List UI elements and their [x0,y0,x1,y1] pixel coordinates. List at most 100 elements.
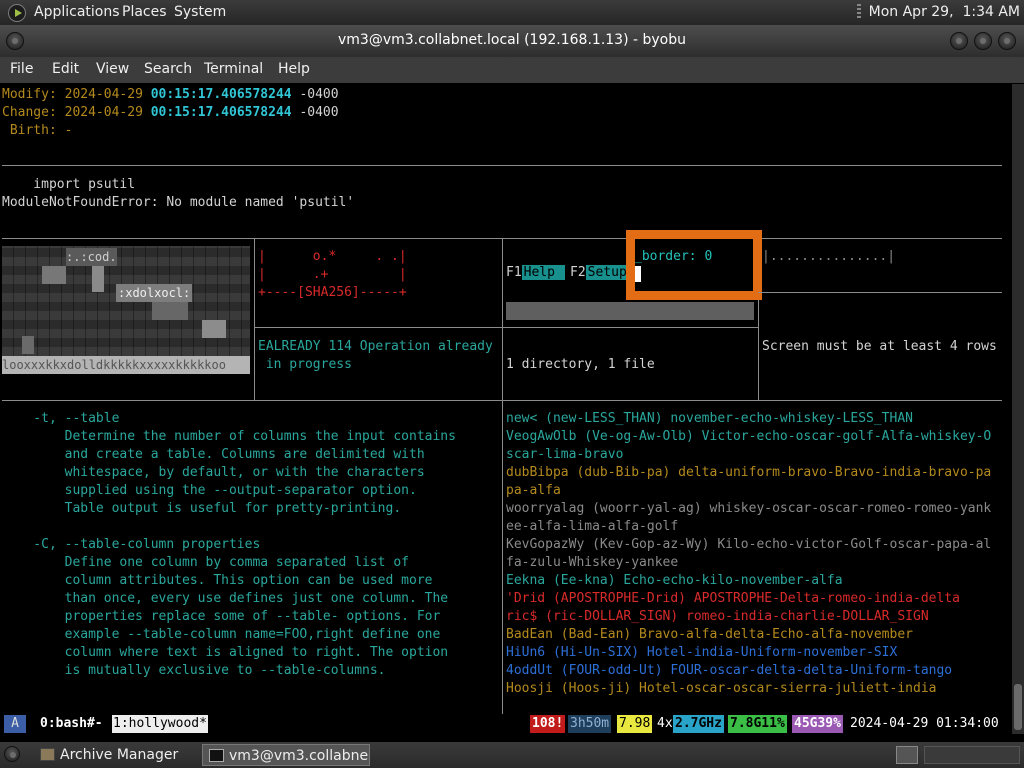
man-page-line: properties replace some of --table- opti… [2,609,441,624]
sha-art-line-3: +----[SHA256]-----+ [258,285,407,300]
places-menu[interactable]: Places [122,4,167,20]
menu-help[interactable]: Help [278,61,310,77]
menu-terminal[interactable]: Terminal [204,61,263,77]
top-panel: Applications Places System Mon Apr 29, 1… [0,0,1024,25]
status-uptime: 3h50m [568,715,612,733]
system-menu[interactable]: System [174,4,226,20]
word-list-line: new< (new-LESS_THAN) november-echo-whisk… [506,411,913,426]
show-desktop-icon[interactable] [4,746,20,762]
python-import-line: import psutil [2,177,136,192]
menu-view[interactable]: View [96,61,129,77]
bottom-taskbar: Archive Manager vm3@vm3.collabne... [0,742,1024,768]
word-list-line: dubBibpa (dub-Bib-pa) delta-uniform-brav… [506,465,992,480]
stat-change-line: Change: 2024-04-29 00:15:17.406578244 -0… [2,105,339,120]
window-tab-hollywood[interactable]: 1:hollywood* [112,715,208,733]
word-list-line: VeogAwOlb (Ve-og-Aw-Olb) Victor-echo-osc… [506,429,992,444]
scrollbar-thumb[interactable] [1014,684,1022,730]
word-list-line: 4oddUt (FOUR-odd-Ut) FOUR-oscar-delta-de… [506,663,953,678]
man-page-line: Determine the number of columns the inpu… [2,429,456,444]
word-list-line: HiUn6 (Hi-Un-SIX) Hotel-india-Uniform-no… [506,645,898,660]
panel-clock-area: Mon Apr 29, 1:34 AM [856,4,1020,20]
f1-help-key[interactable]: F1 Help [506,264,565,282]
hollywood-pixel-art: :.:cod. :xdolxocl: looxxxkkxdolldkkkkkxx… [2,246,250,374]
word-list-line: pa-alfa [506,483,561,498]
pane-divider [2,165,1002,166]
stat-birth-line: Birth: - [2,123,73,138]
word-list-line: fa-zulu-Whiskey-yankee [506,555,679,570]
word-list-line: Hoosji (Hoos-ji) Hotel-oscar-oscar-sierr… [506,681,937,696]
man-page-line: than once, every use defines just one co… [2,591,449,606]
status-load: 108! [530,715,566,733]
man-page-line: Define one column by comma separated lis… [2,555,409,570]
terminal-area[interactable]: Modify: 2024-04-29 00:15:17.406578244 -0… [0,84,1012,714]
man-page-line: column attributes. This option can be us… [2,573,433,588]
screen-size-message: Screen must be at least 4 rows [762,339,997,354]
window-titlebar[interactable]: vm3@vm3.collabnet.local (192.168.1.13) -… [0,25,1024,57]
status-disk: 45G39% [792,715,843,733]
byobu-status-bar: A 0:bash#- 1:hollywood* 108! 3h50m 7.98 … [0,714,1012,734]
man-page-line: example --table-column name=FOO,right de… [2,627,441,642]
status-cpu-count: 4x [657,716,673,731]
menu-edit[interactable]: Edit [52,61,79,77]
pane-divider [254,327,502,328]
pane-divider [502,327,758,328]
tree-summary: 1 directory, 1 file [506,357,655,372]
f2-setup-key[interactable]: F2 Setup [570,264,629,282]
python-error-line: ModuleNotFoundError: No module named 'ps… [2,195,355,210]
menu-search[interactable]: Search [144,61,192,77]
task-archive-manager[interactable]: Archive Manager [34,744,198,766]
man-page-line: column where text is aligned to right. T… [2,645,449,660]
sha-art-line-1: | o.* . .| [258,249,407,264]
man-page-line: is mutually exclusive to --table-columns… [2,663,386,678]
task-terminal[interactable]: vm3@vm3.collabne... [202,744,370,766]
word-list-line: ric$ (ric-DOLLAR_SIGN) romeo-india-charl… [506,609,929,624]
close-icon[interactable] [998,32,1016,50]
progress-bar [506,302,754,320]
panel-clock[interactable]: Mon Apr 29, 1:34 AM [869,4,1020,20]
window-title: vm3@vm3.collabnet.local (192.168.1.13) -… [337,32,686,48]
man-page-line: whitespace, by default, or with the char… [2,465,425,480]
pane-divider [758,292,1002,293]
highlight-box [626,230,762,300]
status-memory: 7.8G11% [728,715,787,733]
pane-divider [2,400,1002,401]
distro-logo-icon[interactable] [8,4,26,22]
word-list-line: 'Drid (APOSTROPHE-Drid) APOSTROPHE-Delta… [506,591,960,606]
menu-bar: File Edit View Search Terminal Help [0,57,1024,83]
archive-icon [40,748,55,761]
ealready-text: EALREADY 114 Operation already in progre… [258,339,493,372]
pix-label-3: looxxxkkxdolldkkkkkxxxxxkkkkkoo [2,356,250,374]
sha-art-line-2: | .+ | [258,267,407,282]
menu-file[interactable]: File [10,61,33,77]
word-list-line: woorryalag (woorr-yal-ag) whiskey-oscar-… [506,501,992,516]
status-cpu-freq: 2.7GHz [673,715,724,733]
word-list-line: Eekna (Ee-kna) Echo-echo-kilo-november-a… [506,573,843,588]
pix-label-1: :.:cod. [66,248,117,266]
word-list-line: ee-alfa-lima-alfa-golf [506,519,679,534]
panel-grip-icon [856,4,861,20]
pane-divider [254,238,255,400]
dots-line: |...............| [762,249,896,264]
workspace-switcher[interactable] [896,746,918,764]
word-list-line: KevGopazWy (Kev-Gop-az-Wy) Kilo-echo-vic… [506,537,992,552]
man-page-line: supplied using the --output-separator op… [2,483,417,498]
word-list-line: scar-lima-bravo [506,447,624,462]
window-tab-bash[interactable]: 0:bash#- [40,715,103,733]
man-page-line: -C, --table-column properties [2,537,261,552]
status-loadavg: 7.98 [617,715,653,733]
pane-divider [502,238,503,714]
man-page-line: Table output is useful for pretty-printi… [2,501,402,516]
pix-label-2: :xdolxocl: [116,284,193,302]
workspace-switcher-2[interactable] [924,746,1020,764]
status-datetime: 2024-04-29 01:34:00 [850,716,999,731]
minimize-icon[interactable] [950,32,968,50]
man-page-line: and create a table. Columns are delimite… [2,447,425,462]
stat-modify-line: Modify: 2024-04-29 00:15:17.406578244 -0… [2,87,339,102]
maximize-icon[interactable] [974,32,992,50]
terminal-scrollbar[interactable] [1012,84,1024,734]
man-page-line: -t, --table [2,411,120,426]
terminal-icon [209,749,224,762]
status-logo: A [4,715,26,733]
word-list-line: BadEan (Bad-Ean) Bravo-alfa-delta-Echo-a… [506,627,913,642]
applications-menu[interactable]: Applications [34,4,120,20]
